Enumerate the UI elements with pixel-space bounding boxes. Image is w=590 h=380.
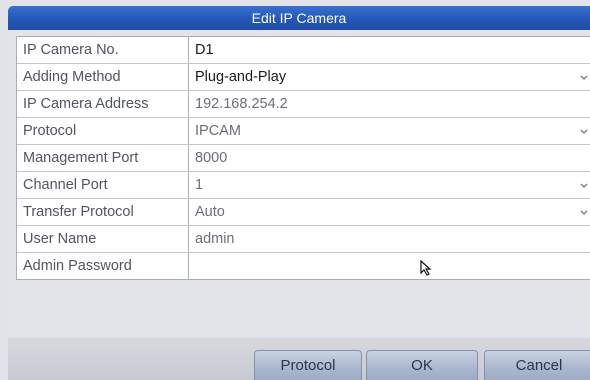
chevron-down-icon[interactable]	[580, 205, 588, 219]
ip-camera-address-label: IP Camera Address	[17, 91, 189, 117]
management-port-field[interactable]: 8000	[189, 145, 590, 171]
protocol-label: Protocol	[17, 118, 189, 144]
admin-password-label: Admin Password	[17, 253, 189, 279]
chevron-down-icon[interactable]	[580, 124, 588, 138]
row-channel-port[interactable]: Channel Port 1	[17, 172, 590, 199]
row-transfer-protocol[interactable]: Transfer Protocol Auto	[17, 199, 590, 226]
channel-port-value: 1	[195, 177, 204, 193]
chevron-down-icon[interactable]	[580, 70, 588, 84]
adding-method-label: Adding Method	[17, 64, 189, 90]
channel-port-label: Channel Port	[17, 172, 189, 198]
transfer-protocol-value: Auto	[195, 204, 225, 220]
row-adding-method[interactable]: Adding Method Plug-and-Play	[17, 64, 590, 91]
dialog-footer: Protocol OK Cancel	[8, 338, 590, 380]
user-name-label: User Name	[17, 226, 189, 252]
management-port-label: Management Port	[17, 145, 189, 171]
ip-camera-no-label: IP Camera No.	[17, 37, 189, 63]
dialog-title: Edit IP Camera	[8, 6, 590, 30]
ok-button[interactable]: OK	[366, 350, 478, 380]
adding-method-select[interactable]: Plug-and-Play	[189, 64, 590, 90]
row-ip-camera-no: IP Camera No. D1	[17, 37, 590, 64]
dialog-body: IP Camera No. D1 Adding Method Plug-and-…	[8, 30, 590, 336]
admin-password-field[interactable]	[189, 253, 590, 279]
transfer-protocol-select[interactable]: Auto	[189, 199, 590, 225]
protocol-button[interactable]: Protocol	[254, 350, 362, 380]
protocol-select[interactable]: IPCAM	[189, 118, 590, 144]
user-name-field[interactable]: admin	[189, 226, 590, 252]
row-ip-camera-address[interactable]: IP Camera Address 192.168.254.2	[17, 91, 590, 118]
protocol-value: IPCAM	[195, 123, 241, 139]
ip-camera-address-field[interactable]: 192.168.254.2	[189, 91, 590, 117]
ip-camera-no-value: D1	[195, 42, 214, 58]
row-user-name[interactable]: User Name admin	[17, 226, 590, 253]
row-management-port[interactable]: Management Port 8000	[17, 145, 590, 172]
adding-method-value: Plug-and-Play	[195, 69, 287, 85]
edit-ip-camera-dialog: Edit IP Camera IP Camera No. D1 Adding M…	[0, 0, 590, 380]
row-protocol[interactable]: Protocol IPCAM	[17, 118, 590, 145]
transfer-protocol-label: Transfer Protocol	[17, 199, 189, 225]
cancel-button[interactable]: Cancel	[484, 350, 590, 380]
camera-settings-form: IP Camera No. D1 Adding Method Plug-and-…	[16, 36, 590, 280]
channel-port-select[interactable]: 1	[189, 172, 590, 198]
chevron-down-icon[interactable]	[580, 178, 588, 192]
mouse-pointer-icon	[420, 259, 434, 276]
row-admin-password[interactable]: Admin Password	[17, 253, 590, 279]
